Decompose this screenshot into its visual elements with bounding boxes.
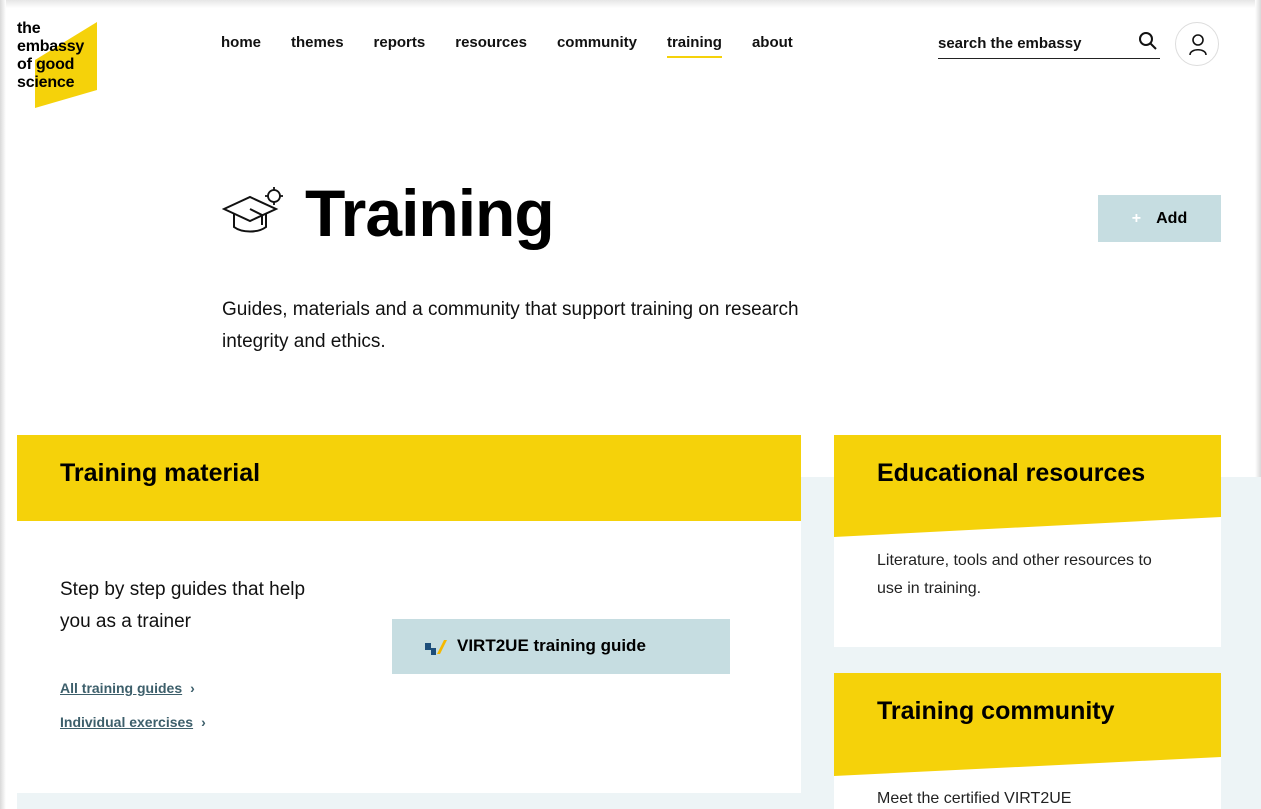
page-description: Guides, materials and a community that s… — [222, 299, 799, 352]
logo-line: of good — [17, 56, 75, 73]
nav-themes[interactable]: themes — [291, 34, 344, 51]
nav-about[interactable]: about — [752, 34, 793, 51]
nav-training[interactable]: training — [666, 34, 722, 58]
nav-active-underline — [666, 56, 722, 58]
nav-resources[interactable]: resources — [455, 34, 527, 51]
individual-exercises-link[interactable]: Individual exercises › — [60, 714, 206, 730]
add-button-label: Add — [1156, 209, 1188, 227]
logo-line: science — [17, 74, 75, 91]
virt2ue-logo-icon — [425, 640, 447, 655]
logo-text: the embassy of good science — [17, 20, 84, 92]
card-title: Training material — [60, 459, 261, 487]
link-label: All training guides — [60, 680, 183, 696]
main-nav: home themes reports resources community … — [221, 34, 793, 58]
nav-community[interactable]: community — [557, 34, 637, 51]
card-description: Step by step guides that help you as a t… — [60, 579, 306, 632]
nav-home[interactable]: home — [221, 34, 261, 51]
add-button[interactable]: + Add — [1098, 195, 1221, 242]
training-material-card: Training material Step by step guides th… — [17, 435, 801, 793]
logo-line: embassy — [17, 38, 85, 55]
card-title: Training community — [877, 697, 1115, 725]
chevron-right-icon: › — [201, 714, 206, 730]
user-account-button[interactable] — [1175, 22, 1219, 66]
search-placeholder: search the embassy — [938, 35, 1082, 52]
user-icon — [1189, 34, 1207, 56]
page-title: Training — [305, 176, 555, 250]
nav-reports[interactable]: reports — [374, 34, 426, 51]
search-icon[interactable] — [1138, 31, 1158, 51]
link-label: Individual exercises — [60, 714, 194, 730]
training-community-card[interactable]: Training community Meet the certified VI… — [834, 673, 1221, 809]
guide-button-label: VIRT2UE training guide — [457, 636, 646, 655]
nav-training-label: training — [666, 34, 722, 51]
card-title: Educational resources — [877, 459, 1146, 487]
site-logo[interactable]: the embassy of good science — [17, 20, 107, 108]
page: the embassy of good science home themes … — [0, 0, 1261, 809]
virt2ue-guide-button[interactable]: VIRT2UE training guide — [392, 619, 730, 674]
chevron-right-icon: › — [190, 680, 195, 696]
window-shadow-left — [0, 0, 6, 809]
plus-icon: + — [1131, 209, 1142, 227]
window-shadow-top — [0, 0, 1261, 8]
search-input[interactable]: search the embassy — [938, 30, 1160, 59]
card-header: Training material — [17, 435, 801, 521]
graduation-cap-icon — [222, 187, 283, 233]
all-training-guides-link[interactable]: All training guides › — [60, 680, 195, 696]
educational-resources-card[interactable]: Educational resources Literature, tools … — [834, 435, 1221, 647]
card-description: Literature, tools and other resources to… — [877, 552, 1152, 597]
logo-line: the — [17, 20, 41, 37]
card-description: Meet the certified VIRT2UE — [877, 790, 1072, 807]
